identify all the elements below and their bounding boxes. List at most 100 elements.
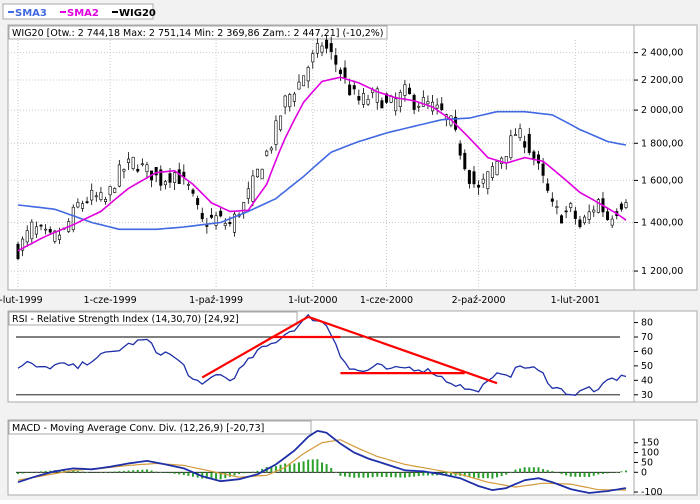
rsi-tick-label: 40 bbox=[641, 375, 653, 386]
candle-down bbox=[357, 96, 361, 101]
macd-histogram-bar bbox=[588, 472, 591, 477]
macd-histogram-bar bbox=[376, 472, 379, 477]
rsi-tick-label: 80 bbox=[641, 318, 653, 329]
candle-up bbox=[292, 93, 296, 102]
candle-up bbox=[417, 105, 421, 108]
candle-down bbox=[527, 133, 531, 153]
candle-up bbox=[186, 183, 190, 186]
candle-down bbox=[440, 103, 444, 110]
macd-histogram-bar bbox=[482, 472, 485, 479]
candle-down bbox=[560, 215, 564, 224]
y-tick-label: 2 400,00 bbox=[641, 48, 683, 59]
candle-up bbox=[90, 189, 94, 201]
macd-histogram-bar bbox=[311, 459, 314, 473]
candle-down bbox=[523, 141, 527, 148]
macd-histogram-bar bbox=[344, 472, 347, 477]
rsi-tick-label: 30 bbox=[641, 390, 653, 401]
price-panel: WIG20 [Otw.: 2 744,18 Max: 2 751,14 Min:… bbox=[0, 24, 698, 306]
macd-histogram-bar bbox=[233, 472, 236, 476]
candle-up bbox=[361, 93, 365, 105]
macd-histogram-bar bbox=[390, 472, 393, 478]
candle-up bbox=[569, 203, 573, 208]
y-tick-label: 1 600,00 bbox=[641, 175, 683, 186]
macd-histogram-bar bbox=[132, 470, 135, 473]
macd-histogram-bar bbox=[606, 472, 609, 474]
macd-histogram-bar bbox=[357, 472, 360, 478]
macd-histogram-bar bbox=[394, 472, 397, 478]
candle-up bbox=[610, 218, 614, 226]
legend-label: WIG20 bbox=[119, 8, 156, 19]
candle-up bbox=[587, 211, 591, 220]
candle-down bbox=[85, 201, 89, 203]
rsi-tick-label: 60 bbox=[641, 346, 653, 357]
stock-chart: SMA3 SMA2 WIG20 WIG20 [Otw.: 2 744,18 Max: … bbox=[0, 0, 700, 500]
candle-up bbox=[246, 188, 250, 199]
candle-down bbox=[325, 39, 329, 49]
macd-histogram-bar bbox=[76, 471, 79, 473]
macd-histogram-bar bbox=[334, 471, 337, 473]
candle-up bbox=[94, 195, 98, 198]
macd-tick-label: 0 bbox=[641, 467, 647, 478]
candle-up bbox=[311, 53, 315, 63]
macd-histogram-bar bbox=[399, 472, 402, 478]
candle-up bbox=[495, 161, 499, 176]
candle-down bbox=[541, 163, 545, 176]
macd-histogram-bar bbox=[491, 472, 494, 479]
candle-down bbox=[343, 67, 347, 78]
candle-down bbox=[205, 225, 209, 227]
macd-histogram-bar bbox=[574, 472, 577, 477]
macd-histogram-bar bbox=[403, 472, 406, 478]
candle-up bbox=[44, 228, 48, 231]
macd-histogram-bar bbox=[380, 472, 383, 477]
macd-panel: MACD - Moving Average Conv. Div. (12,26,… bbox=[7, 419, 698, 498]
x-tick-label: 1-lut-2000 bbox=[288, 295, 337, 306]
macd-histogram-bar bbox=[509, 472, 512, 473]
candle-up bbox=[283, 95, 287, 108]
candle-up bbox=[394, 98, 398, 112]
macd-histogram-bar bbox=[242, 472, 245, 474]
price-panel-axis-area bbox=[633, 24, 698, 291]
macd-histogram-bar bbox=[127, 470, 130, 473]
macd-histogram-bar bbox=[413, 472, 416, 477]
legend: SMA3 SMA2 WIG20 bbox=[2, 3, 156, 20]
macd-histogram-bar bbox=[560, 472, 563, 474]
macd-histogram-bar bbox=[371, 472, 374, 478]
candle-down bbox=[191, 189, 195, 194]
macd-histogram-bar bbox=[551, 471, 554, 473]
macd-histogram-bar bbox=[35, 471, 38, 473]
candle-down bbox=[573, 210, 577, 219]
macd-histogram-bar bbox=[353, 472, 356, 478]
macd-histogram-bar bbox=[178, 472, 181, 475]
candle-up bbox=[274, 120, 278, 145]
candle-up bbox=[99, 192, 103, 200]
macd-histogram-bar bbox=[99, 472, 102, 473]
candle-up bbox=[518, 128, 522, 138]
candle-up bbox=[113, 188, 117, 193]
macd-histogram-bar bbox=[44, 470, 47, 473]
macd-histogram-bar bbox=[597, 472, 600, 475]
candle-down bbox=[380, 100, 384, 109]
macd-histogram-bar bbox=[348, 472, 351, 478]
macd-histogram-bar bbox=[293, 463, 296, 473]
candle-down bbox=[209, 214, 213, 218]
rsi-tick-label: 70 bbox=[641, 332, 653, 343]
macd-histogram-bar bbox=[302, 461, 305, 473]
candle-up bbox=[481, 178, 485, 184]
macd-histogram-bar bbox=[422, 472, 425, 476]
macd-histogram-bar bbox=[565, 472, 568, 476]
macd-histogram-bar bbox=[611, 472, 614, 473]
chart-window: SMA3 SMA2 WIG20 WIG20 [Otw.: 2 744,18 Max: … bbox=[0, 0, 700, 500]
macd-histogram-bar bbox=[505, 472, 508, 475]
macd-histogram-bar bbox=[408, 472, 411, 478]
legend-label: SMA2 bbox=[67, 8, 99, 19]
candle-up bbox=[122, 169, 126, 172]
candle-up bbox=[104, 199, 108, 203]
macd-histogram-bar bbox=[104, 471, 107, 473]
candle-down bbox=[334, 55, 338, 65]
macd-histogram-bar bbox=[118, 471, 121, 473]
macd-histogram-bar bbox=[307, 459, 310, 473]
candle-down bbox=[606, 211, 610, 221]
candle-up bbox=[509, 135, 513, 158]
x-tick-label: 1-cze-1999 bbox=[84, 295, 137, 306]
candle-down bbox=[16, 243, 20, 260]
